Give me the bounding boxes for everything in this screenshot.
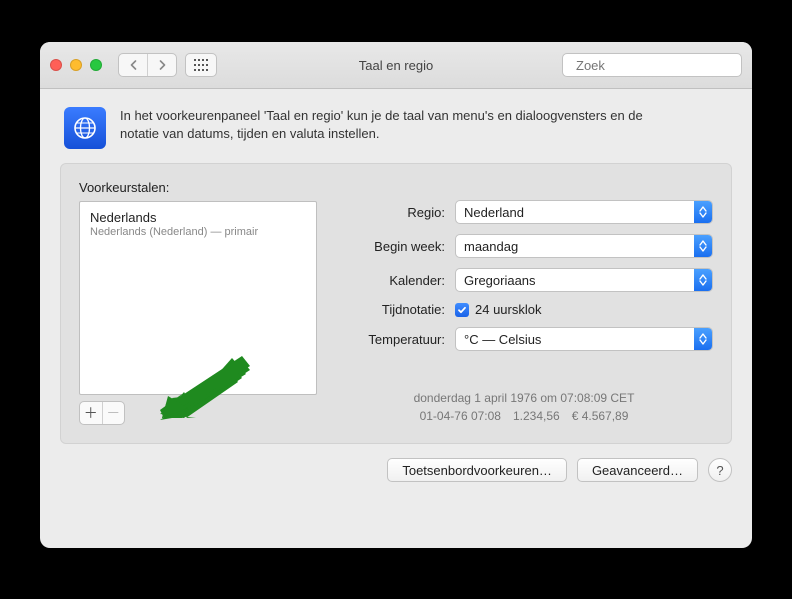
info-bar: In het voorkeurenpaneel 'Taal en regio' … xyxy=(60,103,732,163)
help-button[interactable]: ? xyxy=(708,458,732,482)
time-label: Tijdnotatie: xyxy=(335,302,455,317)
language-name: Nederlands xyxy=(90,210,306,225)
add-remove-group: ＋ － xyxy=(79,401,125,425)
select-stepper-icon xyxy=(694,201,712,223)
main-panel: Voorkeurstalen: Nederlands Nederlands (N… xyxy=(60,163,732,444)
language-detail: Nederlands (Nederland) — primair xyxy=(90,226,306,238)
close-button[interactable] xyxy=(50,59,62,71)
temperature-label: Temperatuur: xyxy=(335,332,455,347)
search-field[interactable] xyxy=(562,53,742,77)
calendar-label: Kalender: xyxy=(335,273,455,288)
calendar-value: Gregoriaans xyxy=(464,273,536,288)
region-value: Nederland xyxy=(464,205,524,220)
select-stepper-icon xyxy=(694,235,712,257)
search-input[interactable] xyxy=(574,57,752,74)
window-body: In het voorkeurenpaneel 'Taal en regio' … xyxy=(40,89,752,498)
sample-line-1: donderdag 1 april 1976 om 07:08:09 CET xyxy=(335,389,713,407)
bottom-buttons: Toetsenbordvoorkeuren… Geavanceerd… ? xyxy=(60,444,732,482)
languages-list[interactable]: Nederlands Nederlands (Nederland) — prim… xyxy=(79,201,317,395)
zoom-button[interactable] xyxy=(90,59,102,71)
titlebar: Taal en regio xyxy=(40,42,752,89)
remove-language-button[interactable]: － xyxy=(102,402,125,424)
advanced-button[interactable]: Geavanceerd… xyxy=(577,458,698,482)
forward-button[interactable] xyxy=(147,54,176,76)
add-language-button[interactable]: ＋ xyxy=(80,402,102,424)
language-item[interactable]: Nederlands Nederlands (Nederland) — prim… xyxy=(80,208,316,240)
region-select[interactable]: Nederland xyxy=(455,200,713,224)
sample-line-2: 01-04-76 07:08 1.234,56 € 4.567,89 xyxy=(335,407,713,425)
window-controls xyxy=(50,59,102,71)
info-text: In het voorkeurenpaneel 'Taal en regio' … xyxy=(120,107,643,142)
nav-back-forward xyxy=(118,53,177,77)
temperature-value: °C — Celsius xyxy=(464,332,541,347)
annotation-arrow xyxy=(160,352,250,422)
prefs-window: Taal en regio In het voorkeurenpaneel 'T… xyxy=(40,42,752,548)
week-select[interactable]: maandag xyxy=(455,234,713,258)
region-label: Regio: xyxy=(335,205,455,220)
info-line-1: In het voorkeurenpaneel 'Taal en regio' … xyxy=(120,107,643,125)
languages-column: Voorkeurstalen: Nederlands Nederlands (N… xyxy=(79,180,317,425)
globe-icon xyxy=(64,107,106,149)
back-button[interactable] xyxy=(119,54,147,76)
week-label: Begin week: xyxy=(335,239,455,254)
select-stepper-icon xyxy=(694,328,712,350)
minimize-button[interactable] xyxy=(70,59,82,71)
time-24h-label: 24 uursklok xyxy=(475,302,541,317)
keyboard-prefs-button[interactable]: Toetsenbordvoorkeuren… xyxy=(387,458,567,482)
settings-column: Regio: Nederland Begin week: maandag xyxy=(335,180,713,425)
temperature-select[interactable]: °C — Celsius xyxy=(455,327,713,351)
week-value: maandag xyxy=(464,239,518,254)
select-stepper-icon xyxy=(694,269,712,291)
show-all-button[interactable] xyxy=(185,53,217,77)
time-24h-checkbox[interactable] xyxy=(455,303,469,317)
format-samples: donderdag 1 april 1976 om 07:08:09 CET 0… xyxy=(335,389,713,425)
info-line-2: notatie van datums, tijden en valuta ins… xyxy=(120,125,643,143)
calendar-select[interactable]: Gregoriaans xyxy=(455,268,713,292)
languages-heading: Voorkeurstalen: xyxy=(79,180,317,195)
